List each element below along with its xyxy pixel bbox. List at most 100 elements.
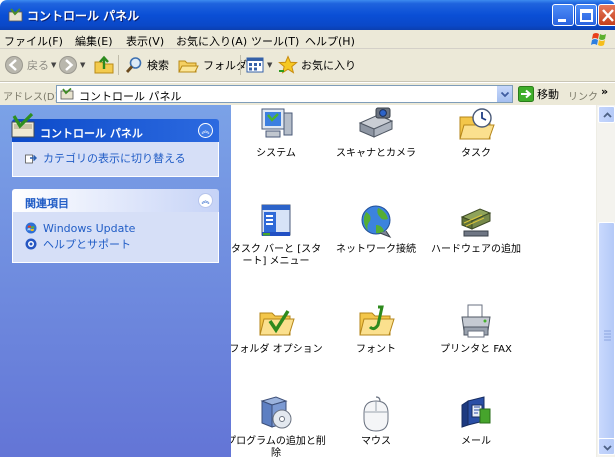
item-label: メール: [461, 436, 491, 447]
menu-bar: ファイル(F) 編集(E) 表示(V) お気に入り(A) ツール(T) ヘルプ(…: [0, 30, 615, 49]
help-icon: [25, 238, 37, 250]
maximize-button[interactable]: [575, 4, 597, 26]
mail-icon: [461, 396, 491, 428]
close-icon: [602, 9, 614, 22]
item-label: タスク バーと [スタート] メニュー: [231, 244, 322, 267]
chevron-up-icon: [603, 112, 612, 118]
item-network-connections[interactable]: ネットワーク接続: [326, 203, 426, 256]
title-bar[interactable]: コントロール パネル: [0, 0, 615, 30]
go-button[interactable]: 移動: [518, 86, 559, 102]
item-mail[interactable]: メール: [426, 395, 526, 448]
control-panel-task-panel: コントロール パネル ︽ カテゴリの表示に切り替える: [11, 112, 219, 177]
address-field[interactable]: コントロール パネル: [56, 85, 513, 103]
panel-header[interactable]: コントロール パネル ︽: [11, 112, 219, 142]
toolbar-separator: [240, 55, 241, 75]
menu-help[interactable]: ヘルプ(H): [305, 33, 355, 49]
menu-view[interactable]: 表示(V): [126, 33, 164, 49]
windows-logo-icon: [591, 33, 606, 46]
taskbar-start-menu-icon: [261, 204, 291, 236]
item-printers-fax[interactable]: プリンタと FAX: [426, 303, 526, 356]
folder-options-icon: [259, 310, 295, 336]
collapse-chevron-icon[interactable]: ︽: [198, 193, 213, 208]
scroll-down-button[interactable]: [598, 438, 615, 455]
printers-fax-icon: [461, 304, 491, 338]
panel-body: カテゴリの表示に切り替える: [12, 142, 219, 177]
control-panel-items-view: システム スキャナとカメラ タスク タスク バーと [スタート] メニュー ネッ…: [231, 105, 596, 457]
item-system[interactable]: システム: [231, 107, 326, 160]
item-folder-options[interactable]: フォルダ オプション: [231, 303, 326, 356]
system-icon: [261, 108, 293, 138]
menu-edit[interactable]: 編集(E): [75, 33, 113, 49]
item-label: ネットワーク接続: [336, 244, 416, 255]
panel-header[interactable]: 関連項目 ︽: [12, 189, 219, 212]
mouse-icon: [363, 396, 389, 432]
folder-up-icon: [94, 55, 114, 74]
scanner-camera-icon: [358, 107, 394, 138]
item-label: フォント: [356, 344, 396, 355]
windows-update-link[interactable]: Windows Update: [25, 220, 208, 236]
switch-to-category-view-link[interactable]: カテゴリの表示に切り替える: [25, 150, 208, 166]
folders-button[interactable]: フォルダ: [178, 53, 247, 77]
add-remove-programs-icon: [260, 396, 292, 429]
back-button[interactable]: 戻る ▼: [4, 53, 56, 77]
views-button[interactable]: ▼: [245, 53, 272, 77]
views-icon: [246, 57, 264, 73]
window-title: コントロール パネル: [27, 9, 140, 23]
task-pane: コントロール パネル ︽ カテゴリの表示に切り替える 関連項目 ︽ Window…: [0, 105, 231, 457]
help-and-support-link[interactable]: ヘルプとサポート: [25, 236, 208, 252]
address-value: コントロール パネル: [79, 90, 182, 103]
panel-body: Windows Update ヘルプとサポート: [12, 212, 219, 263]
links-chevron-icon[interactable]: »: [601, 85, 608, 98]
item-add-remove-programs[interactable]: プログラムの追加と削除: [231, 395, 326, 457]
item-label: マウス: [361, 436, 391, 447]
control-panel-icon: [11, 112, 35, 138]
item-label: スキャナとカメラ: [336, 148, 416, 159]
address-dropdown-button[interactable]: [496, 86, 512, 102]
forward-dropdown-icon[interactable]: ▼: [80, 61, 85, 69]
back-dropdown-icon[interactable]: ▼: [51, 61, 56, 69]
maximize-icon: [580, 9, 593, 22]
chevron-down-icon: [603, 445, 612, 451]
grip-icon: [604, 330, 611, 341]
item-label: フォルダ オプション: [231, 344, 323, 355]
menu-favorites[interactable]: お気に入り(A): [176, 33, 247, 49]
chevron-down-icon: [500, 91, 510, 98]
item-fonts[interactable]: フォント: [326, 303, 426, 356]
search-icon: [125, 57, 142, 73]
collapse-chevron-icon[interactable]: ︽: [198, 123, 213, 138]
item-label: ハードウェアの追加: [431, 244, 521, 255]
scroll-thumb[interactable]: [598, 222, 615, 447]
panel-title: 関連項目: [25, 197, 69, 210]
views-dropdown-icon[interactable]: ▼: [267, 61, 272, 69]
up-button[interactable]: [93, 53, 115, 77]
minimize-button[interactable]: [552, 4, 574, 26]
item-taskbar-start-menu[interactable]: タスク バーと [スタート] メニュー: [231, 203, 326, 268]
folders-icon: [178, 60, 199, 73]
item-label: プログラムの追加と削除: [231, 436, 326, 457]
links-toolbar-label[interactable]: リンク: [568, 88, 598, 103]
toolbar-separator: [118, 55, 119, 75]
network-connections-icon: [361, 205, 392, 239]
close-button[interactable]: [598, 4, 615, 26]
search-button[interactable]: 検索: [124, 53, 169, 77]
control-panel-icon: [60, 88, 74, 100]
back-arrow-icon: [5, 56, 23, 74]
item-label: タスク: [461, 148, 491, 159]
menu-file[interactable]: ファイル(F): [4, 33, 63, 49]
standard-toolbar: 戻る ▼ ▼ 検索 フォルダ ▼ お気に入り: [0, 49, 615, 82]
scroll-up-button[interactable]: [598, 106, 615, 123]
item-label: プリンタと FAX: [440, 344, 512, 355]
menu-tools[interactable]: ツール(T): [251, 33, 299, 49]
forward-arrow-icon: [59, 56, 77, 74]
windows-update-icon: [25, 222, 37, 234]
scheduled-tasks-icon: [459, 108, 495, 140]
item-scanners-cameras[interactable]: スキャナとカメラ: [326, 107, 426, 160]
item-scheduled-tasks[interactable]: タスク: [426, 107, 526, 160]
item-mouse[interactable]: マウス: [326, 395, 426, 448]
forward-button[interactable]: ▼: [58, 53, 85, 77]
favorites-button[interactable]: お気に入り: [278, 53, 356, 77]
see-also-panel: 関連項目 ︽ Windows Update ヘルプとサポート: [12, 189, 219, 263]
panel-title: コントロール パネル: [40, 127, 143, 140]
vertical-scrollbar[interactable]: [596, 105, 615, 457]
item-add-hardware[interactable]: ハードウェアの追加: [426, 203, 526, 256]
